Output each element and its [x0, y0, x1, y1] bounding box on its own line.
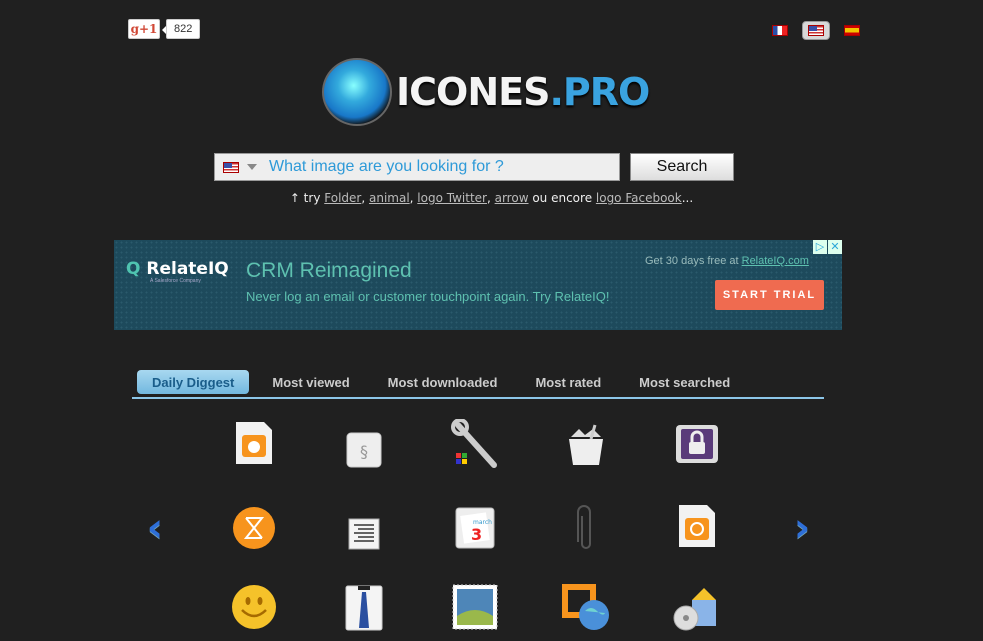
search-suggestions: ↑ try Folder, animal, logo Twitter, arro…	[289, 191, 694, 205]
site-logo[interactable]: ICONES.PRO	[322, 58, 650, 126]
stamp-image-icon[interactable]	[445, 577, 505, 637]
flag-fr-icon[interactable]	[772, 25, 788, 36]
start-trial-button[interactable]: START TRIAL	[715, 280, 824, 310]
chevron-right-icon[interactable]: ›	[772, 498, 832, 558]
svg-text:§: §	[360, 442, 368, 461]
plus-one-count: 822	[161, 19, 201, 39]
tab-most-searched[interactable]: Most searched	[624, 370, 745, 394]
flag-es-icon[interactable]	[844, 25, 860, 36]
dropdown-arrow-icon[interactable]	[247, 163, 257, 175]
ad-banner[interactable]: Q RelateIQ A Salesforce Company CRM Reim…	[114, 240, 842, 330]
ad-headline: CRM Reimagined	[246, 259, 412, 282]
suggestion-link[interactable]: arrow	[495, 191, 529, 205]
ad-offer: Get 30 days free at RelateIQ.com	[645, 255, 809, 267]
logo-orb-icon	[322, 58, 392, 126]
paperclip-icon[interactable]	[556, 498, 616, 558]
flag-us-icon	[808, 25, 824, 36]
lock-icon[interactable]	[667, 414, 727, 474]
relateiq-logo-icon: Q	[126, 259, 147, 279]
hint-prefix: ↑ try	[289, 191, 325, 205]
suggestion-link[interactable]: logo Facebook	[596, 191, 682, 205]
suggestion-link[interactable]: animal	[369, 191, 410, 205]
search-input[interactable]	[269, 158, 599, 176]
suggestion-link[interactable]: Folder	[324, 191, 361, 205]
svg-text:3: 3	[471, 525, 482, 544]
section-key-icon[interactable]: §	[334, 420, 394, 480]
search-box	[214, 153, 620, 181]
ad-brand-sub: A Salesforce Company	[150, 278, 201, 284]
search-language-flag-icon[interactable]	[223, 161, 239, 173]
logo-text: ICONES.PRO	[396, 70, 650, 114]
adchoices-icon[interactable]: ▷	[813, 240, 827, 254]
hint-suffix: ...	[681, 191, 694, 205]
chevron-left-icon[interactable]: ‹	[125, 498, 185, 558]
calendar-march-3-icon[interactable]: march 3	[445, 498, 505, 558]
align-right-text-icon[interactable]	[334, 504, 394, 564]
ranking-tabs: Daily Diggest Most viewed Most downloade…	[132, 370, 824, 399]
shirt-tie-icon[interactable]	[334, 577, 394, 637]
ad-brand: Q RelateIQ	[126, 259, 229, 279]
language-selector	[772, 21, 860, 40]
trash-bin-icon[interactable]	[556, 415, 616, 475]
close-icon[interactable]: ✕	[828, 240, 842, 254]
tab-most-viewed[interactable]: Most viewed	[257, 370, 364, 394]
software-install-icon[interactable]	[667, 577, 727, 637]
suggestion-link[interactable]: logo Twitter	[417, 191, 487, 205]
smiley-icon[interactable]	[224, 577, 284, 637]
tab-daily-diggest[interactable]: Daily Diggest	[137, 370, 250, 394]
hint-middle: ou encore	[528, 191, 596, 205]
tab-most-downloaded[interactable]: Most downloaded	[373, 370, 513, 394]
search-button[interactable]: Search	[630, 153, 734, 181]
google-plus-button[interactable]: g+1	[128, 19, 160, 39]
ad-controls: ▷ ✕	[812, 240, 842, 254]
ad-body: Never log an email or customer touchpoin…	[246, 289, 610, 304]
google-plus-one[interactable]: g+1 822	[128, 19, 201, 39]
tab-most-rated[interactable]: Most rated	[520, 370, 616, 394]
language-selected-english[interactable]	[802, 21, 830, 40]
wine-wrench-icon[interactable]	[445, 415, 505, 475]
ad-offer-link[interactable]: RelateIQ.com	[742, 255, 809, 267]
apple-file-icon[interactable]	[224, 413, 284, 473]
web-share-icon[interactable]	[556, 577, 616, 637]
zune-icon[interactable]	[224, 498, 284, 558]
audio-file-icon[interactable]	[667, 496, 727, 556]
